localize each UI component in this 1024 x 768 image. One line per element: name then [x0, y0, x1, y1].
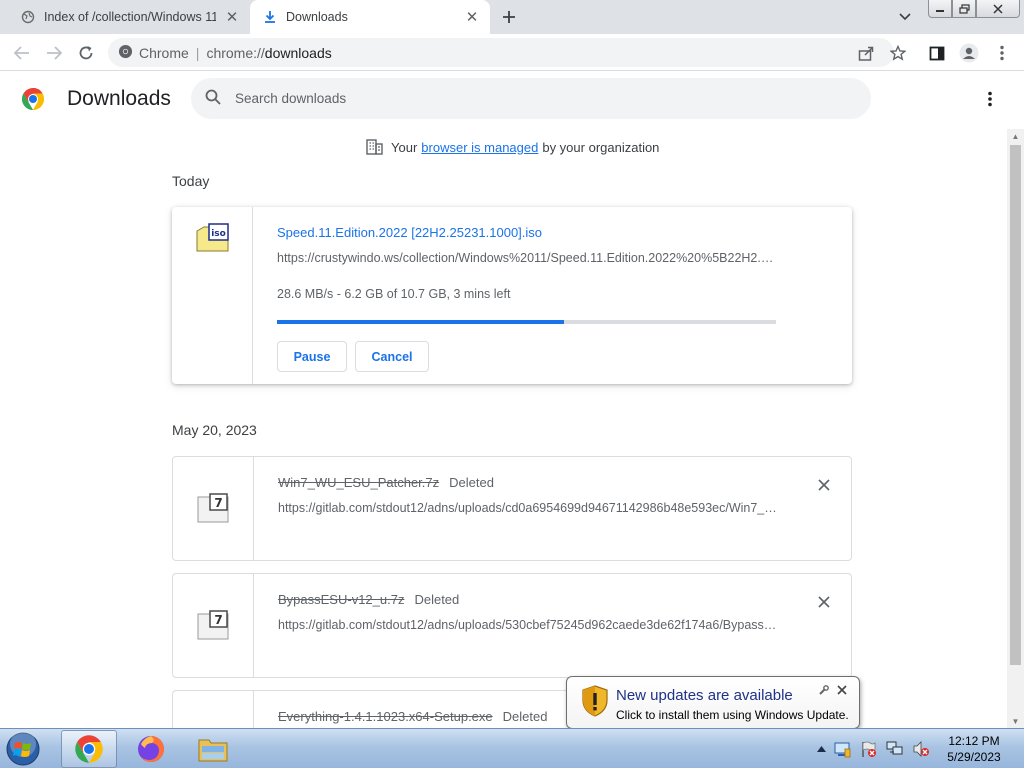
warning-shield-icon: [582, 685, 608, 717]
svg-text:7: 7: [214, 496, 222, 510]
windows-taskbar: 12:12 PM 5/29/2023: [0, 728, 1024, 768]
windows-update-tray-icon[interactable]: [830, 740, 856, 758]
show-hidden-icons-icon[interactable]: [812, 746, 830, 752]
minimize-button[interactable]: [928, 0, 952, 18]
taskbar-firefox-button[interactable]: [123, 730, 179, 768]
tab-index-collection[interactable]: Index of /collection/Windows 11/ ✕: [0, 0, 250, 34]
tab-title: Downloads: [286, 10, 348, 24]
system-tray: [812, 729, 934, 768]
search-icon: [205, 89, 221, 108]
iso-file-icon: iso: [196, 223, 229, 252]
clock-time: 12:12 PM: [948, 734, 1000, 748]
scroll-down-arrow-icon[interactable]: ▼: [1007, 714, 1024, 728]
network-icon[interactable]: [882, 740, 908, 758]
download-status: Deleted: [449, 475, 494, 490]
managed-notice: Your browser is managed by your organiza…: [366, 139, 659, 155]
site-label: Chrome: [139, 44, 189, 61]
browser-managed-link[interactable]: browser is managed: [421, 140, 538, 155]
chrome-site-icon: [118, 44, 133, 62]
download-status: Deleted: [414, 592, 460, 607]
download-filename[interactable]: Win7_WU_ESU_Patcher.7z Deleted: [278, 475, 494, 490]
taskbar-chrome-button[interactable]: [61, 730, 117, 768]
action-center-flag-icon[interactable]: [856, 740, 882, 758]
date-header-may-20: May 20, 2023: [172, 422, 257, 438]
globe-favicon-icon: [20, 9, 36, 25]
svg-text:iso: iso: [211, 229, 226, 239]
clock-date: 5/29/2023: [947, 750, 1001, 764]
notification-text: Click to install them using Windows Upda…: [616, 708, 849, 722]
download-item: 7 Win7_WU_ESU_Patcher.7z Deleted https://…: [172, 456, 852, 561]
chrome-menu-icon[interactable]: [989, 40, 1015, 66]
reload-icon[interactable]: [73, 40, 99, 66]
building-icon: [366, 139, 383, 155]
download-progress-bar: [277, 320, 776, 324]
date-header-today: Today: [172, 173, 210, 189]
back-arrow-icon[interactable]: [9, 40, 35, 66]
forward-arrow-icon[interactable]: [41, 40, 67, 66]
bookmark-star-icon[interactable]: [885, 40, 911, 66]
download-url[interactable]: https://gitlab.com/stdout12/adns/uploads…: [278, 501, 778, 515]
search-downloads-box[interactable]: [191, 78, 871, 119]
tab-close-icon[interactable]: ✕: [224, 9, 240, 26]
profile-avatar-icon[interactable]: [956, 40, 982, 66]
tab-downloads[interactable]: Downloads ✕: [250, 0, 490, 34]
download-url[interactable]: https://gitlab.com/stdout12/adns/uploads…: [278, 618, 778, 632]
download-status: Deleted: [502, 709, 548, 724]
notification-title: New updates are available: [616, 687, 793, 704]
pause-button[interactable]: Pause: [277, 341, 347, 372]
more-actions-icon[interactable]: [978, 87, 1002, 111]
taskbar-explorer-button[interactable]: [185, 730, 241, 768]
firefox-icon: [138, 736, 164, 762]
volume-muted-icon[interactable]: [908, 740, 934, 758]
page-title: Downloads: [67, 87, 171, 110]
downloads-header: Downloads: [0, 71, 1024, 129]
tab-close-icon[interactable]: ✕: [464, 9, 480, 26]
taskbar-clock[interactable]: 12:12 PM 5/29/2023: [936, 733, 1012, 765]
new-tab-button[interactable]: [497, 5, 521, 29]
start-button-windows-icon[interactable]: [3, 731, 43, 767]
cancel-button[interactable]: Cancel: [355, 341, 429, 372]
remove-item-close-icon[interactable]: [815, 593, 833, 611]
page-scrollbar[interactable]: ▲ ▼: [1007, 129, 1024, 728]
close-window-button[interactable]: [976, 0, 1020, 18]
download-progress-fill: [277, 320, 564, 324]
tab-search-chevron-down-icon[interactable]: [894, 7, 916, 27]
remove-item-close-icon[interactable]: [815, 476, 833, 494]
scrollbar-thumb[interactable]: [1010, 145, 1021, 665]
notification-close-icon[interactable]: [837, 683, 847, 698]
download-item: 7 BypassESU-v12_u.7z Deleted https://gitl…: [172, 573, 852, 678]
scroll-up-arrow-icon[interactable]: ▲: [1007, 129, 1024, 143]
share-icon[interactable]: [853, 40, 879, 66]
wrench-options-icon[interactable]: [818, 685, 829, 699]
tab-title: Index of /collection/Windows 11/: [44, 10, 216, 24]
tab-strip: Index of /collection/Windows 11/ ✕ Downl…: [0, 0, 1024, 34]
download-filename[interactable]: BypassESU-v12_u.7z Deleted: [278, 592, 459, 607]
download-item-active: iso Speed.11.Edition.2022 [22H2.25231.10…: [172, 207, 852, 384]
download-filename-link[interactable]: Speed.11.Edition.2022 [22H2.25231.1000].…: [277, 225, 542, 240]
browser-toolbar: Chrome | chrome://downloads: [0, 34, 1024, 71]
windows-update-notification[interactable]: New updates are available Click to insta…: [566, 676, 860, 729]
url-text: chrome://downloads: [206, 44, 332, 61]
side-panel-icon[interactable]: [924, 40, 950, 66]
search-input[interactable]: [235, 91, 835, 106]
7z-file-icon: 7: [197, 493, 229, 523]
download-filename[interactable]: Everything-1.4.1.1023.x64-Setup.exe Delet…: [278, 709, 547, 724]
download-progress-text: 28.6 MB/s - 6.2 GB of 10.7 GB, 3 mins le…: [277, 287, 511, 301]
chrome-icon: [75, 735, 103, 763]
download-favicon-icon: [262, 9, 278, 25]
restore-button[interactable]: [952, 0, 976, 18]
svg-text:7: 7: [214, 613, 222, 627]
downloads-list: Your browser is managed by your organiza…: [0, 129, 1007, 728]
address-bar[interactable]: Chrome | chrome://downloads: [108, 38, 894, 67]
omnibox-separator: |: [195, 44, 200, 61]
folder-icon: [198, 739, 228, 762]
download-url[interactable]: https://crustywindo.ws/collection/Window…: [277, 251, 777, 265]
chrome-logo-icon: [22, 88, 44, 110]
7z-file-icon: 7: [197, 610, 229, 640]
